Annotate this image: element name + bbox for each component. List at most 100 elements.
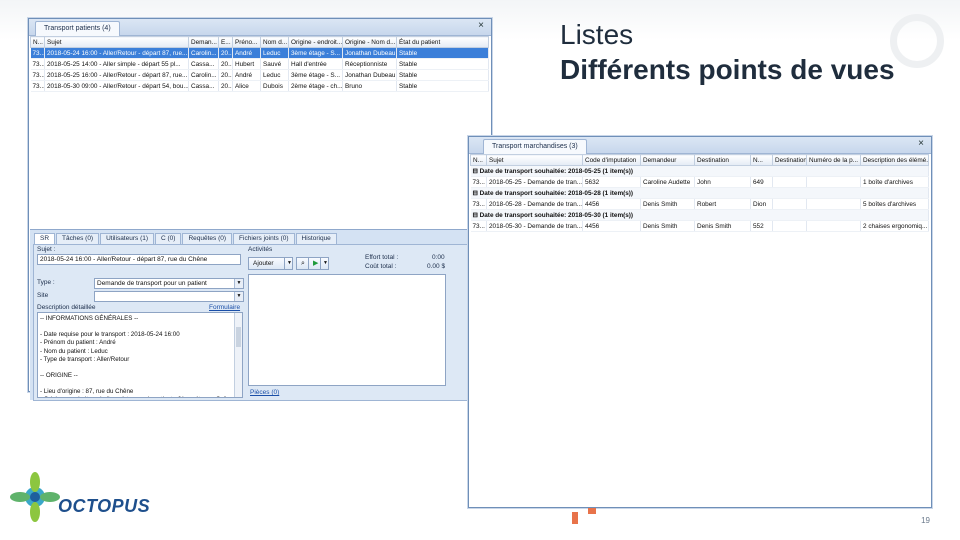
collapse-icon[interactable]: ⊟ [473, 190, 480, 197]
column-header[interactable]: Origine - Nom d... [342, 36, 397, 48]
table-cell: Hall d'entrée [288, 58, 343, 70]
add-activity-button[interactable]: Ajouter [248, 257, 288, 270]
site-label: Site [37, 292, 49, 299]
pieces-link[interactable]: Pièces (0) [250, 389, 279, 396]
table-cell [772, 176, 807, 188]
octopus-logo-icon [10, 472, 60, 522]
column-header[interactable]: État du patient [396, 36, 489, 48]
column-header[interactable]: E... [218, 36, 233, 48]
table-cell: 2018-05-25 14:00 - Aller simple - départ… [44, 58, 189, 70]
table-row[interactable]: 73... 2018-05-25 14:00 - Aller simple - d… [30, 58, 489, 70]
patient-transport-table: N... Sujet Deman... E... Préno... Nom d... Ori… [30, 36, 489, 92]
group-header-label: Date de transport souhaitée: 2018-05-25 … [479, 168, 634, 175]
column-header[interactable]: N... [470, 154, 487, 166]
column-header[interactable]: N... [30, 36, 45, 48]
cost-total-value: 0.00 $ [427, 263, 446, 270]
patient-transport-window: Transport patients (4) × N... Sujet Deman.… [28, 18, 501, 401]
page-number: 19 [921, 516, 930, 525]
effort-total-value: 0:00 [432, 254, 445, 261]
type-label: Type : [37, 279, 55, 286]
column-header[interactable]: Origine - endroit... [288, 36, 343, 48]
vertical-scrollbar[interactable] [234, 313, 242, 397]
table-cell: Hubert [232, 58, 261, 70]
table-row[interactable]: 73... 2018-05-24 16:00 - Aller/Retour - d… [30, 47, 489, 59]
detail-tab[interactable]: Requêtes (0) [182, 233, 233, 244]
close-icon[interactable]: × [475, 20, 487, 32]
column-header[interactable]: Deman... [188, 36, 219, 48]
form-link[interactable]: Formulaire [209, 304, 240, 311]
table-row[interactable]: 73... 2018-05-25 16:00 - Aller/Retour - d… [30, 69, 489, 81]
close-icon[interactable]: × [915, 138, 927, 150]
detail-tab[interactable]: C (0) [155, 233, 182, 244]
column-header[interactable]: Sujet [486, 154, 583, 166]
column-header[interactable]: Nom d... [260, 36, 289, 48]
column-header[interactable]: Préno... [232, 36, 261, 48]
column-header[interactable]: Numéro de la p... [806, 154, 861, 166]
chevron-down-icon[interactable]: ▼ [234, 292, 243, 301]
table-cell: Sauvé [260, 58, 289, 70]
table-cell: André [232, 69, 261, 81]
column-header[interactable]: Description des élémé... [860, 154, 929, 166]
description-line [40, 364, 240, 372]
collapse-icon[interactable]: ⊟ [473, 168, 480, 175]
table-row[interactable]: 73... 2018-05-28 - Demande de tran... 4456… [470, 198, 929, 210]
dropdown-arrow-button[interactable]: ▼ [284, 257, 293, 270]
table-cell: 3ème étage - S... [288, 69, 343, 81]
table-cell: 2018-05-25 - Demande de tran... [486, 176, 583, 188]
table-row[interactable]: 73... 2018-05-30 - Demande de tran... 4456… [470, 220, 929, 232]
table-row[interactable]: 73... 2018-05-30 09:00 - Aller/Retour - d… [30, 80, 489, 92]
table-cell: 4456 [582, 198, 641, 210]
table-cell: Leduc [260, 69, 289, 81]
description-line: - Lieu d'origine : 87, rue du Chêne [40, 388, 134, 396]
table-cell: 20... [218, 47, 233, 59]
table-cell: Denis Smith [694, 220, 751, 232]
group-header-row[interactable]: ⊟ Date de transport souhaitée: 2018-05-2… [470, 165, 929, 177]
table-cell: 20... [218, 80, 233, 92]
table-cell: Leduc [260, 47, 289, 59]
column-header[interactable]: Demandeur [640, 154, 695, 166]
goods-transport-window: Transport marchandises (3) × N... Sujet Co… [468, 136, 932, 508]
play-options-chevron-icon[interactable]: ▼ [320, 257, 329, 270]
description-textarea[interactable]: -- INFORMATIONS GÉNÉRALES -- - Date requi… [37, 312, 243, 398]
subject-input[interactable]: 2018-05-24 16:00 - Aller/Retour - départ… [37, 254, 241, 265]
description-label: Description détaillée [37, 304, 96, 311]
table-row[interactable]: 73... 2018-05-25 - Demande de tran... 5632… [470, 176, 929, 188]
type-select[interactable]: Demande de transport pour un patient ▼ [94, 278, 244, 289]
table-cell: Carolin... [188, 47, 219, 59]
table-cell: Stable [396, 80, 489, 92]
octopus-logo: OCTOPUS [10, 470, 170, 525]
activities-list[interactable] [248, 274, 446, 386]
site-select[interactable]: ▼ [94, 291, 244, 302]
table-cell: 5 boîtes d'archives [860, 198, 929, 210]
column-header[interactable]: Destination [694, 154, 751, 166]
column-header[interactable]: N... [750, 154, 773, 166]
column-header[interactable]: Sujet [44, 36, 189, 48]
chevron-down-icon[interactable]: ▼ [234, 279, 243, 288]
tab-patient-transport[interactable]: Transport patients (4) [35, 21, 120, 36]
type-select-value: Demande de transport pour un patient [97, 280, 207, 287]
column-header[interactable]: Code d'imputation [582, 154, 641, 166]
decorative-accent [572, 512, 578, 524]
group-header-row[interactable]: ⊟ Date de transport souhaitée: 2018-05-2… [470, 187, 929, 199]
group-header-row[interactable]: ⊟ Date de transport souhaitée: 2018-05-3… [470, 209, 929, 221]
tab-goods-transport[interactable]: Transport marchandises (3) [483, 139, 587, 154]
table-cell: 2018-05-28 - Demande de tran... [486, 198, 583, 210]
collapse-icon[interactable]: ⊟ [473, 212, 480, 219]
table-cell [806, 220, 861, 232]
table-cell: Denis Smith [640, 198, 695, 210]
detail-tab[interactable]: Fichiers joints (0) [233, 233, 295, 244]
detail-panel: SR Tâches (0) Utilisateurs (1) C (0) Requête… [30, 229, 501, 401]
detail-tab[interactable]: Utilisateurs (1) [100, 233, 155, 244]
table-cell: Stable [396, 47, 489, 59]
table-cell: Caroline Audette [640, 176, 695, 188]
detail-tab[interactable]: SR [34, 233, 56, 244]
detail-tab[interactable]: Historique [295, 233, 337, 244]
column-header[interactable]: Destination [772, 154, 807, 166]
window-tabstrip: Transport patients (4) × [29, 19, 491, 36]
detail-tab[interactable]: Tâches (0) [56, 233, 100, 244]
scrollbar-thumb[interactable] [236, 327, 241, 347]
table-cell: Stable [396, 69, 489, 81]
group-header-label: Date de transport souhaitée: 2018-05-30 … [479, 212, 634, 219]
activities-label: Activités [248, 246, 273, 253]
table-cell: 73... [30, 69, 45, 81]
